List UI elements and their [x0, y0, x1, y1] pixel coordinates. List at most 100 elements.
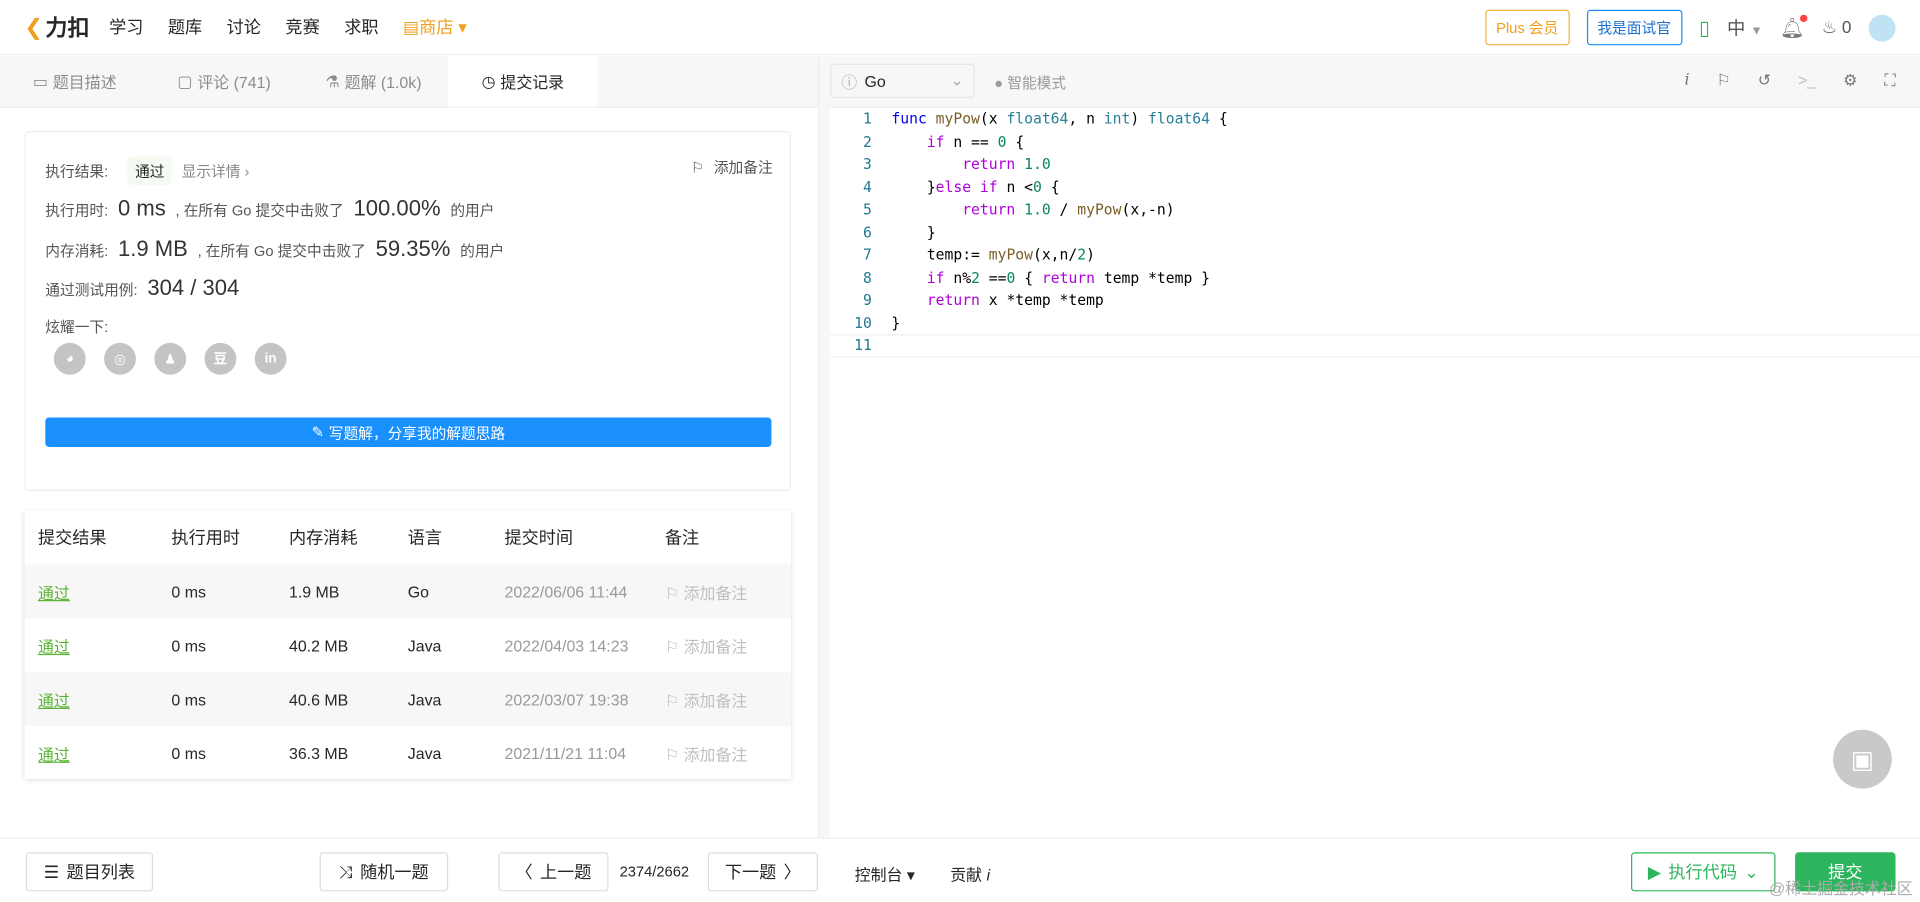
next-problem-button[interactable]: 下一题〉	[707, 852, 818, 892]
line-number: 11	[854, 337, 872, 355]
info-icon: ⓘ	[841, 72, 858, 92]
tab-comments[interactable]: ▢ 评论 (741)	[149, 56, 298, 106]
linkedin-icon[interactable]: in	[254, 342, 287, 375]
code-line: 6 }	[830, 221, 1920, 244]
line-number: 1	[862, 110, 872, 128]
prev-problem-button[interactable]: 〈上一题	[498, 852, 609, 892]
status-badge: 通过	[127, 156, 172, 185]
add-note-button[interactable]: ⚐ 添加备注	[691, 157, 773, 178]
language-cell: Java	[407, 636, 442, 655]
smart-mode-toggle[interactable]: ● 智能模式	[994, 72, 1066, 93]
chevron-down-icon: ⌄	[950, 71, 964, 90]
notebook-button[interactable]: ▣	[1833, 729, 1892, 789]
time-cell: 2022/03/07 19:38	[504, 690, 629, 709]
line-number: 10	[854, 314, 872, 332]
memory-percentile: 59.35%	[375, 236, 451, 261]
nav-discuss[interactable]: 讨论	[227, 15, 261, 39]
reset-icon[interactable]: ↺	[1758, 71, 1771, 91]
footer-bar: ☰ 题目列表 ⤨ 随机一题 〈上一题 2374/2662 下一题〉 控制台 ▾ 贡献…	[0, 837, 1920, 902]
nav-shop[interactable]: ▤商店 ▾	[403, 15, 467, 39]
plus-member-button[interactable]: Plus 会员	[1485, 9, 1570, 46]
add-note-link[interactable]: ⚐ 添加备注	[651, 634, 791, 657]
memory-cell: 40.2 MB	[288, 636, 349, 655]
tab-solutions[interactable]: ⚗ 题解 (1.0k)	[299, 56, 448, 106]
memory-cell: 1.9 MB	[288, 582, 340, 601]
language-switch[interactable]: 中 ▼	[1727, 15, 1763, 41]
nav-jobs[interactable]: 求职	[344, 15, 378, 39]
line-number: 7	[862, 246, 872, 264]
editor-toolbar: ⓘ Go ⌄ ● 智能模式 i ⚐ ↺ >_ ⚙ ⛶	[830, 56, 1920, 108]
description-icon: ▭	[32, 71, 48, 91]
tab-description[interactable]: ▭ 题目描述	[0, 56, 149, 106]
code-line: 4 }else if n <0 {	[830, 176, 1920, 199]
clock-icon: ◷	[481, 71, 496, 91]
panel-resizer[interactable]	[817, 56, 831, 838]
random-problem-button[interactable]: ⤨ 随机一题	[319, 852, 449, 892]
bell-icon[interactable]: 🔔︎	[1780, 14, 1808, 39]
line-number: 3	[862, 155, 872, 173]
console-toggle[interactable]: 控制台 ▾	[855, 862, 915, 885]
line-text: }	[891, 223, 936, 241]
nav-problems[interactable]: 题库	[168, 15, 202, 39]
memory-cell: 40.6 MB	[288, 690, 349, 709]
table-header: 提交结果 执行用时 内存消耗 语言 提交时间 备注	[37, 527, 700, 548]
avatar[interactable]	[1868, 14, 1896, 42]
run-code-button[interactable]: ▶ 执行代码 ⌄	[1631, 852, 1776, 892]
line-text: func myPow(x float64, n int) float64 {	[891, 110, 1228, 128]
interviewer-button[interactable]: 我是面试官	[1586, 9, 1682, 46]
language-select[interactable]: ⓘ Go ⌄	[830, 63, 975, 98]
language-cell: Go	[407, 582, 429, 601]
line-text: return 1.0 / myPow(x,-n)	[962, 201, 1175, 219]
table-row: 通过 0 ms 40.6 MB Java 2022/03/07 19:38 ⚐ 添加备注	[24, 672, 792, 727]
logo[interactable]: ❮ 力扣	[24, 11, 89, 43]
flag-icon[interactable]: ⚐	[1717, 71, 1731, 91]
shuffle-icon: ⤨	[339, 861, 353, 882]
table-row: 通过 0 ms 40.2 MB Java 2022/04/03 14:23 ⚐ 添加备注	[24, 618, 791, 672]
shop-icon: ▤	[402, 17, 420, 37]
fullscreen-icon[interactable]: ⛶	[1884, 71, 1895, 91]
flask-icon: ⚗	[325, 71, 340, 91]
show-details-link[interactable]: 显示详情 ›	[182, 160, 250, 181]
result-link[interactable]: 通过	[24, 688, 157, 711]
weibo-icon[interactable]: ◎	[104, 342, 136, 375]
nav-study[interactable]: 学习	[109, 15, 143, 39]
flame-icon: ♨	[1821, 17, 1838, 37]
code-line: 2 if n == 0 {	[830, 130, 1920, 153]
code-line: 11	[830, 334, 1920, 357]
flag-icon: ⚐	[664, 745, 684, 764]
result-link[interactable]: 通过	[24, 741, 157, 764]
info-italic-icon[interactable]: i	[1684, 71, 1689, 91]
language-cell: Java	[407, 743, 442, 763]
result-link[interactable]: 通过	[24, 634, 157, 657]
add-note-link[interactable]: ⚐ 添加备注	[651, 580, 791, 603]
settings-icon[interactable]: ⚙	[1843, 71, 1857, 91]
douban-icon[interactable]: 豆	[204, 342, 237, 375]
add-note-link[interactable]: ⚐ 添加备注	[651, 688, 791, 711]
code-editor[interactable]: 1 func myPow(x float64, n int) float64 { 2…	[830, 108, 1920, 357]
nav-contest[interactable]: 竞赛	[285, 15, 319, 39]
table-row: 通过 0 ms 36.3 MB Java 2021/11/21 11:04 ⚐ 添加备注	[24, 726, 791, 780]
pencil-icon: ✎	[311, 423, 324, 441]
chevron-down-icon: ⌄	[1744, 861, 1759, 882]
wechat-icon[interactable]: ◕	[53, 342, 86, 375]
chevron-right-icon: 〉	[783, 862, 801, 882]
terminal-icon[interactable]: >_	[1798, 71, 1816, 91]
left-tabs: ▭ 题目描述 ▢ 评论 (741) ⚗ 题解 (1.0k) ◷ 提交记录	[0, 56, 818, 108]
result-link[interactable]: 通过	[24, 580, 157, 603]
flag-icon: ⚐	[664, 691, 684, 710]
write-solution-button[interactable]: ✎ 写题解，分享我的解题思路	[45, 417, 772, 447]
runtime-cell: 0 ms	[171, 743, 206, 763]
points[interactable]: ♨ 0	[1822, 17, 1852, 38]
mobile-icon[interactable]: ▯	[1699, 15, 1710, 39]
line-number: 6	[862, 223, 872, 241]
table-row: 通过 0 ms 1.9 MB Go 2022/06/06 11:44 ⚐ 添加备注	[24, 564, 792, 619]
contribute-button[interactable]: 贡献 i	[950, 862, 990, 885]
problem-list-button[interactable]: ☰ 题目列表	[25, 852, 154, 892]
qq-icon[interactable]: ♟	[154, 342, 187, 375]
flag-icon: ⚐	[664, 637, 684, 656]
time-cell: 2022/04/03 14:23	[504, 636, 629, 655]
line-number: 2	[862, 133, 872, 151]
play-icon: ▶	[1647, 861, 1662, 882]
tab-submissions[interactable]: ◷ 提交记录	[448, 56, 598, 107]
add-note-link[interactable]: ⚐ 添加备注	[651, 741, 791, 764]
